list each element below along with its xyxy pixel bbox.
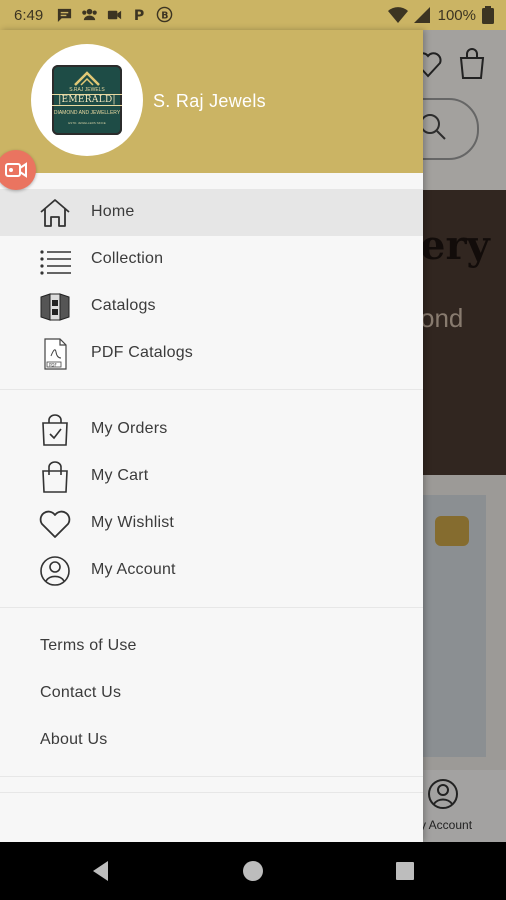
menu-label-my-orders: My Orders bbox=[91, 420, 168, 437]
home-circle-icon[interactable] bbox=[240, 858, 266, 884]
menu-item-my-wishlist[interactable]: My Wishlist bbox=[0, 500, 423, 547]
battery-icon bbox=[482, 6, 494, 24]
menu-label-catalogs: Catalogs bbox=[91, 297, 156, 314]
menu-label-my-wishlist: My Wishlist bbox=[91, 514, 175, 531]
video-icon bbox=[107, 10, 122, 20]
menu-label-home: Home bbox=[91, 203, 135, 220]
cart-bag-icon bbox=[42, 461, 68, 493]
menu-label-my-cart: My Cart bbox=[91, 467, 149, 484]
menu-divider bbox=[0, 792, 423, 793]
menu-item-catalogs[interactable]: Catalogs bbox=[0, 283, 423, 330]
logo-name: |EMERALD| bbox=[52, 94, 122, 106]
menu-item-my-account[interactable]: My Account bbox=[0, 547, 423, 594]
menu-label-collection: Collection bbox=[91, 250, 164, 267]
battery-percent: 100% bbox=[437, 6, 476, 24]
svg-text:B: B bbox=[161, 10, 168, 21]
link-about-us[interactable]: About Us bbox=[40, 731, 107, 749]
house-logo-icon bbox=[74, 71, 100, 86]
group-icon bbox=[82, 8, 97, 21]
svg-text:PDF: PDF bbox=[49, 362, 57, 367]
account-icon bbox=[40, 556, 70, 586]
store-logo: S.RAJ JEWELS |EMERALD| DIAMOND AND JEWEL… bbox=[52, 65, 122, 135]
menu-divider bbox=[0, 607, 423, 608]
catalog-icon bbox=[40, 293, 70, 321]
system-nav-bar bbox=[0, 842, 506, 900]
status-time: 6:49 bbox=[14, 7, 44, 24]
link-contact-us[interactable]: Contact Us bbox=[40, 684, 121, 702]
menu-item-home[interactable]: Home bbox=[0, 189, 423, 236]
list-icon bbox=[40, 250, 71, 275]
logo-foot-text: ESTD. JEWELLERS SINCE bbox=[68, 121, 106, 125]
heart-icon bbox=[39, 510, 71, 538]
menu-item-my-cart[interactable]: My Cart bbox=[0, 453, 423, 500]
signal-icon bbox=[413, 7, 430, 23]
home-icon bbox=[40, 199, 70, 227]
drawer-header: S.RAJ JEWELS |EMERALD| DIAMOND AND JEWEL… bbox=[0, 30, 423, 173]
navigation-drawer: S.RAJ JEWELS |EMERALD| DIAMOND AND JEWEL… bbox=[0, 30, 423, 842]
chat-icon bbox=[57, 8, 72, 23]
pdf-icon: PDF bbox=[44, 338, 67, 370]
wifi-icon bbox=[387, 7, 408, 23]
store-avatar[interactable]: S.RAJ JEWELS |EMERALD| DIAMOND AND JEWEL… bbox=[31, 44, 143, 156]
link-terms-of-use[interactable]: Terms of Use bbox=[40, 637, 137, 655]
store-name: S. Raj Jewels bbox=[153, 91, 266, 111]
logo-top-text: S.RAJ JEWELS bbox=[69, 87, 105, 93]
menu-divider bbox=[0, 389, 423, 390]
menu-item-pdf-catalogs[interactable]: PDF PDF Catalogs bbox=[0, 330, 423, 377]
screen-record-button[interactable] bbox=[0, 150, 36, 190]
b-app-icon: B bbox=[156, 6, 173, 23]
record-camera-icon bbox=[5, 162, 27, 178]
parking-icon: P bbox=[134, 8, 144, 23]
menu-label-my-account: My Account bbox=[91, 561, 176, 578]
svg-text:P: P bbox=[134, 8, 144, 23]
recents-icon[interactable] bbox=[392, 858, 418, 884]
menu-label-pdf-catalogs: PDF Catalogs bbox=[91, 344, 193, 361]
menu-item-collection[interactable]: Collection bbox=[0, 236, 423, 283]
back-icon[interactable] bbox=[88, 858, 114, 884]
status-bar: 6:49 P B 100% bbox=[0, 0, 506, 30]
logo-sub-text: DIAMOND AND JEWELLERY bbox=[53, 110, 121, 116]
menu-item-my-orders[interactable]: My Orders bbox=[0, 406, 423, 453]
menu-divider bbox=[0, 776, 423, 777]
orders-bag-icon bbox=[42, 414, 68, 446]
